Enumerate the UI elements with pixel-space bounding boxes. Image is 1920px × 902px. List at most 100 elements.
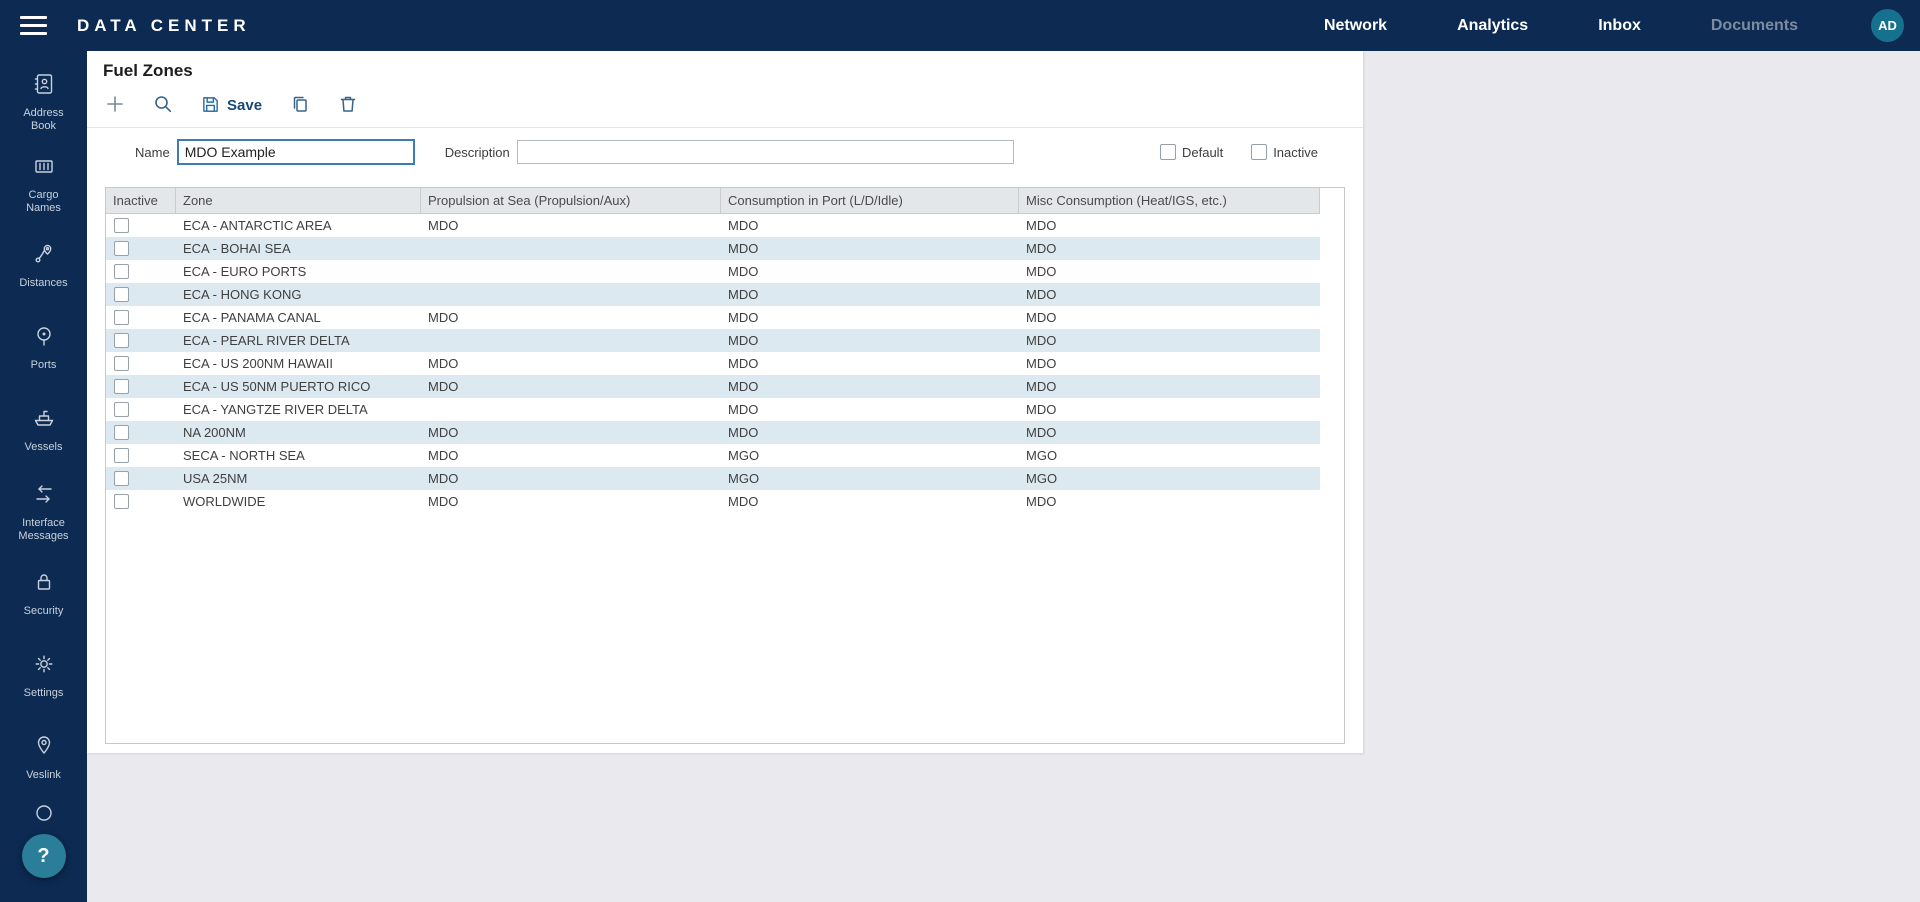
- misc-fuel-cell[interactable]: MDO: [1019, 490, 1320, 513]
- misc-fuel-cell[interactable]: MDO: [1019, 329, 1320, 352]
- column-header-inactive[interactable]: Inactive: [106, 188, 176, 214]
- misc-fuel-cell[interactable]: MDO: [1019, 214, 1320, 237]
- port-fuel-cell[interactable]: MDO: [721, 490, 1019, 513]
- default-checkbox[interactable]: [1160, 144, 1176, 160]
- sidebar-item-cargo-names[interactable]: Cargo Names: [0, 143, 87, 225]
- sidebar-item-veslink[interactable]: Veslink: [0, 717, 87, 799]
- row-inactive-checkbox[interactable]: [114, 494, 129, 509]
- zone-cell: ECA - HONG KONG: [176, 283, 421, 306]
- row-inactive-checkbox[interactable]: [114, 402, 129, 417]
- sea-fuel-cell[interactable]: [421, 260, 721, 283]
- row-inactive-checkbox[interactable]: [114, 218, 129, 233]
- row-inactive-checkbox[interactable]: [114, 425, 129, 440]
- sea-fuel-cell[interactable]: MDO: [421, 467, 721, 490]
- misc-fuel-cell[interactable]: MDO: [1019, 237, 1320, 260]
- table-row[interactable]: WORLDWIDE MDO MDO MDO: [106, 490, 1320, 513]
- user-avatar[interactable]: AD: [1871, 9, 1904, 42]
- misc-fuel-cell[interactable]: MDO: [1019, 352, 1320, 375]
- port-fuel-cell[interactable]: MDO: [721, 214, 1019, 237]
- table-row[interactable]: NA 200NM MDO MDO MDO: [106, 421, 1320, 444]
- sea-fuel-cell[interactable]: MDO: [421, 375, 721, 398]
- sea-fuel-cell[interactable]: MDO: [421, 306, 721, 329]
- port-fuel-cell[interactable]: MDO: [721, 398, 1019, 421]
- misc-fuel-cell[interactable]: MGO: [1019, 444, 1320, 467]
- nav-item-network[interactable]: Network: [1289, 17, 1422, 35]
- row-inactive-checkbox[interactable]: [114, 241, 129, 256]
- nav-item-analytics[interactable]: Analytics: [1422, 17, 1563, 35]
- search-button[interactable]: [153, 94, 173, 117]
- misc-fuel-cell[interactable]: MDO: [1019, 283, 1320, 306]
- sea-fuel-cell[interactable]: MDO: [421, 444, 721, 467]
- inactive-checkbox[interactable]: [1251, 144, 1267, 160]
- port-fuel-cell[interactable]: MDO: [721, 329, 1019, 352]
- add-button[interactable]: [105, 94, 125, 117]
- nav-item-documents[interactable]: Documents: [1676, 17, 1833, 35]
- table-row[interactable]: ECA - US 50NM PUERTO RICO MDO MDO MDO: [106, 375, 1320, 398]
- table-row[interactable]: USA 25NM MDO MGO MGO: [106, 467, 1320, 490]
- table-row[interactable]: ECA - BOHAI SEA MDO MDO: [106, 237, 1320, 260]
- misc-fuel-cell[interactable]: MGO: [1019, 467, 1320, 490]
- name-input[interactable]: [177, 139, 415, 165]
- sea-fuel-cell[interactable]: [421, 329, 721, 352]
- menu-icon[interactable]: [20, 16, 47, 35]
- nav-item-inbox[interactable]: Inbox: [1563, 17, 1676, 35]
- sidebar-item-address-book[interactable]: Address Book: [0, 61, 87, 143]
- column-header-zone[interactable]: Zone: [176, 188, 421, 214]
- sidebar-item-interface-messages[interactable]: Interface Messages: [0, 471, 87, 553]
- row-inactive-checkbox[interactable]: [114, 448, 129, 463]
- table-row[interactable]: SECA - NORTH SEA MDO MGO MGO: [106, 444, 1320, 467]
- sidebar-item-vessels[interactable]: Vessels: [0, 389, 87, 471]
- table-row[interactable]: ECA - EURO PORTS MDO MDO: [106, 260, 1320, 283]
- misc-fuel-cell[interactable]: MDO: [1019, 260, 1320, 283]
- sidebar-item-settings[interactable]: Settings: [0, 635, 87, 717]
- column-header-misc-consumption[interactable]: Misc Consumption (Heat/IGS, etc.): [1019, 188, 1320, 214]
- sea-fuel-cell[interactable]: [421, 398, 721, 421]
- row-inactive-checkbox[interactable]: [114, 356, 129, 371]
- add-icon: [105, 94, 125, 117]
- misc-fuel-cell[interactable]: MDO: [1019, 398, 1320, 421]
- sea-fuel-cell[interactable]: [421, 283, 721, 306]
- sidebar-item-distances[interactable]: Distances: [0, 225, 87, 307]
- table-row[interactable]: ECA - ANTARCTIC AREA MDO MDO MDO: [106, 214, 1320, 237]
- port-fuel-cell[interactable]: MGO: [721, 444, 1019, 467]
- port-fuel-cell[interactable]: MDO: [721, 283, 1019, 306]
- table-row[interactable]: ECA - HONG KONG MDO MDO: [106, 283, 1320, 306]
- row-inactive-checkbox[interactable]: [114, 471, 129, 486]
- copy-button[interactable]: [290, 94, 310, 117]
- table-row[interactable]: ECA - PANAMA CANAL MDO MDO MDO: [106, 306, 1320, 329]
- table-row[interactable]: ECA - YANGTZE RIVER DELTA MDO MDO: [106, 398, 1320, 421]
- column-header-propulsion-at-sea[interactable]: Propulsion at Sea (Propulsion/Aux): [421, 188, 721, 214]
- misc-fuel-cell[interactable]: MDO: [1019, 375, 1320, 398]
- sea-fuel-cell[interactable]: MDO: [421, 352, 721, 375]
- misc-fuel-cell[interactable]: MDO: [1019, 421, 1320, 444]
- zone-cell: ECA - US 200NM HAWAII: [176, 352, 421, 375]
- port-fuel-cell[interactable]: MDO: [721, 352, 1019, 375]
- sea-fuel-cell[interactable]: MDO: [421, 490, 721, 513]
- sea-fuel-cell[interactable]: MDO: [421, 214, 721, 237]
- port-fuel-cell[interactable]: MGO: [721, 467, 1019, 490]
- sea-fuel-cell[interactable]: [421, 237, 721, 260]
- misc-fuel-cell[interactable]: MDO: [1019, 306, 1320, 329]
- port-fuel-cell[interactable]: MDO: [721, 421, 1019, 444]
- table-row[interactable]: ECA - US 200NM HAWAII MDO MDO MDO: [106, 352, 1320, 375]
- port-fuel-cell[interactable]: MDO: [721, 306, 1019, 329]
- delete-button[interactable]: [338, 94, 358, 117]
- sidebar-item-security[interactable]: Security: [0, 553, 87, 635]
- sidebar-item-ports[interactable]: Ports: [0, 307, 87, 389]
- row-inactive-checkbox[interactable]: [114, 287, 129, 302]
- table-row[interactable]: ECA - PEARL RIVER DELTA MDO MDO: [106, 329, 1320, 352]
- save-button[interactable]: Save: [201, 95, 262, 117]
- row-inactive-checkbox[interactable]: [114, 333, 129, 348]
- column-header-consumption-in-port[interactable]: Consumption in Port (L/D/Idle): [721, 188, 1019, 214]
- circle-icon: [32, 799, 56, 828]
- port-fuel-cell[interactable]: MDO: [721, 375, 1019, 398]
- port-fuel-cell[interactable]: MDO: [721, 237, 1019, 260]
- row-inactive-checkbox[interactable]: [114, 310, 129, 325]
- help-button[interactable]: ?: [22, 834, 66, 878]
- row-inactive-checkbox[interactable]: [114, 264, 129, 279]
- sea-fuel-cell[interactable]: MDO: [421, 421, 721, 444]
- sidebar-item-partial[interactable]: [0, 799, 87, 833]
- description-input[interactable]: [517, 140, 1014, 164]
- port-fuel-cell[interactable]: MDO: [721, 260, 1019, 283]
- row-inactive-checkbox[interactable]: [114, 379, 129, 394]
